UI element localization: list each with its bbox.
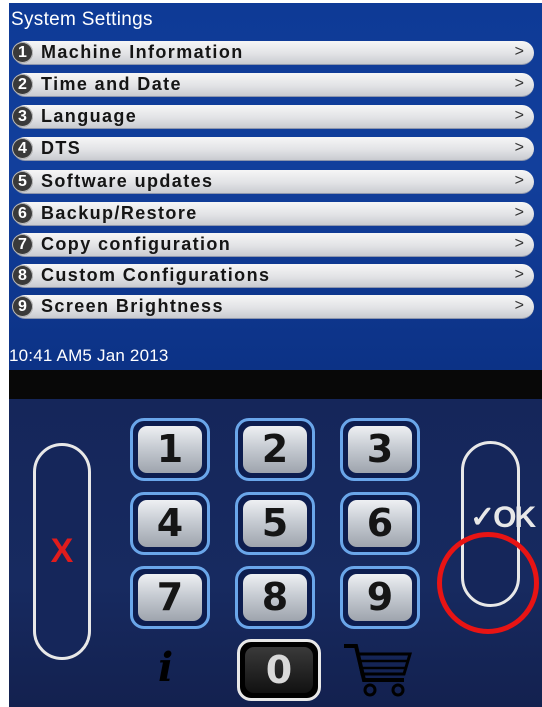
item-label: Screen Brightness	[41, 296, 224, 316]
chevron-right-icon: >	[514, 43, 524, 60]
item-number-badge: 6	[12, 203, 33, 224]
cart-icon[interactable]	[342, 640, 414, 698]
cancel-button[interactable]: X	[33, 443, 91, 660]
menu-item-software-updates[interactable]: 5 Software updates >	[12, 170, 534, 194]
key-label: 2	[243, 426, 307, 473]
item-number-badge: 4	[12, 138, 33, 159]
item-label: Machine Information	[41, 42, 244, 62]
item-label: Language	[41, 106, 138, 126]
item-number-badge: 8	[12, 265, 33, 286]
key-3[interactable]: 3	[340, 418, 420, 481]
ok-label: ✓OK	[470, 501, 536, 534]
key-label: 7	[138, 574, 202, 621]
item-label: Copy configuration	[41, 234, 232, 254]
menu-item-language[interactable]: 3 Language >	[12, 105, 534, 129]
key-label: 3	[348, 426, 412, 473]
item-number-badge: 5	[12, 171, 33, 192]
menu-item-screen-brightness[interactable]: 9 Screen Brightness >	[12, 295, 534, 319]
datetime-readout: 10:41 AM5 Jan 2013	[9, 346, 169, 365]
menu-item-machine-information[interactable]: 1 Machine Information >	[12, 41, 534, 65]
key-1[interactable]: 1	[130, 418, 210, 481]
menu-item-custom-configurations[interactable]: 8 Custom Configurations >	[12, 264, 534, 288]
menu-item-backup-restore[interactable]: 6 Backup/Restore >	[12, 202, 534, 226]
menu-item-time-and-date[interactable]: 2 Time and Date >	[12, 73, 534, 97]
chevron-right-icon: >	[514, 75, 524, 92]
key-5[interactable]: 5	[235, 492, 315, 555]
key-8[interactable]: 8	[235, 566, 315, 629]
chevron-right-icon: >	[514, 297, 524, 314]
key-label: 4	[138, 500, 202, 547]
cancel-x-icon: X	[50, 532, 74, 570]
key-7[interactable]: 7	[130, 566, 210, 629]
chevron-right-icon: >	[514, 235, 524, 252]
key-4[interactable]: 4	[130, 492, 210, 555]
item-number-badge: 3	[12, 106, 33, 127]
chevron-right-icon: >	[514, 266, 524, 283]
chevron-right-icon: >	[514, 139, 524, 156]
chevron-right-icon: >	[514, 107, 524, 124]
settings-screen: System Settings 1 Machine Information > …	[9, 3, 542, 370]
item-label: Software updates	[41, 171, 214, 191]
item-label: Backup/Restore	[41, 203, 198, 223]
key-label: 8	[243, 574, 307, 621]
key-label: 5	[243, 500, 307, 547]
ok-button[interactable]: ✓OK	[461, 441, 536, 607]
item-number-badge: 7	[12, 234, 33, 255]
key-label: 1	[138, 426, 202, 473]
key-6[interactable]: 6	[340, 492, 420, 555]
chevron-right-icon: >	[514, 172, 524, 189]
item-label: DTS	[41, 138, 82, 158]
divider-band	[9, 370, 542, 399]
info-icon[interactable]: i	[158, 646, 198, 690]
menu-item-copy-configuration[interactable]: 7 Copy configuration >	[12, 233, 534, 257]
key-label: 6	[348, 500, 412, 547]
item-label: Custom Configurations	[41, 265, 271, 285]
item-number-badge: 1	[12, 42, 33, 63]
item-number-badge: 2	[12, 74, 33, 95]
key-9[interactable]: 9	[340, 566, 420, 629]
key-2[interactable]: 2	[235, 418, 315, 481]
key-label: 0	[245, 647, 313, 693]
key-label: 9	[348, 574, 412, 621]
chevron-right-icon: >	[514, 204, 524, 221]
menu-item-dts[interactable]: 4 DTS >	[12, 137, 534, 161]
screen-title: System Settings	[11, 9, 153, 30]
item-label: Time and Date	[41, 74, 182, 94]
item-number-badge: 9	[12, 296, 33, 317]
key-0[interactable]: 0	[237, 639, 321, 701]
